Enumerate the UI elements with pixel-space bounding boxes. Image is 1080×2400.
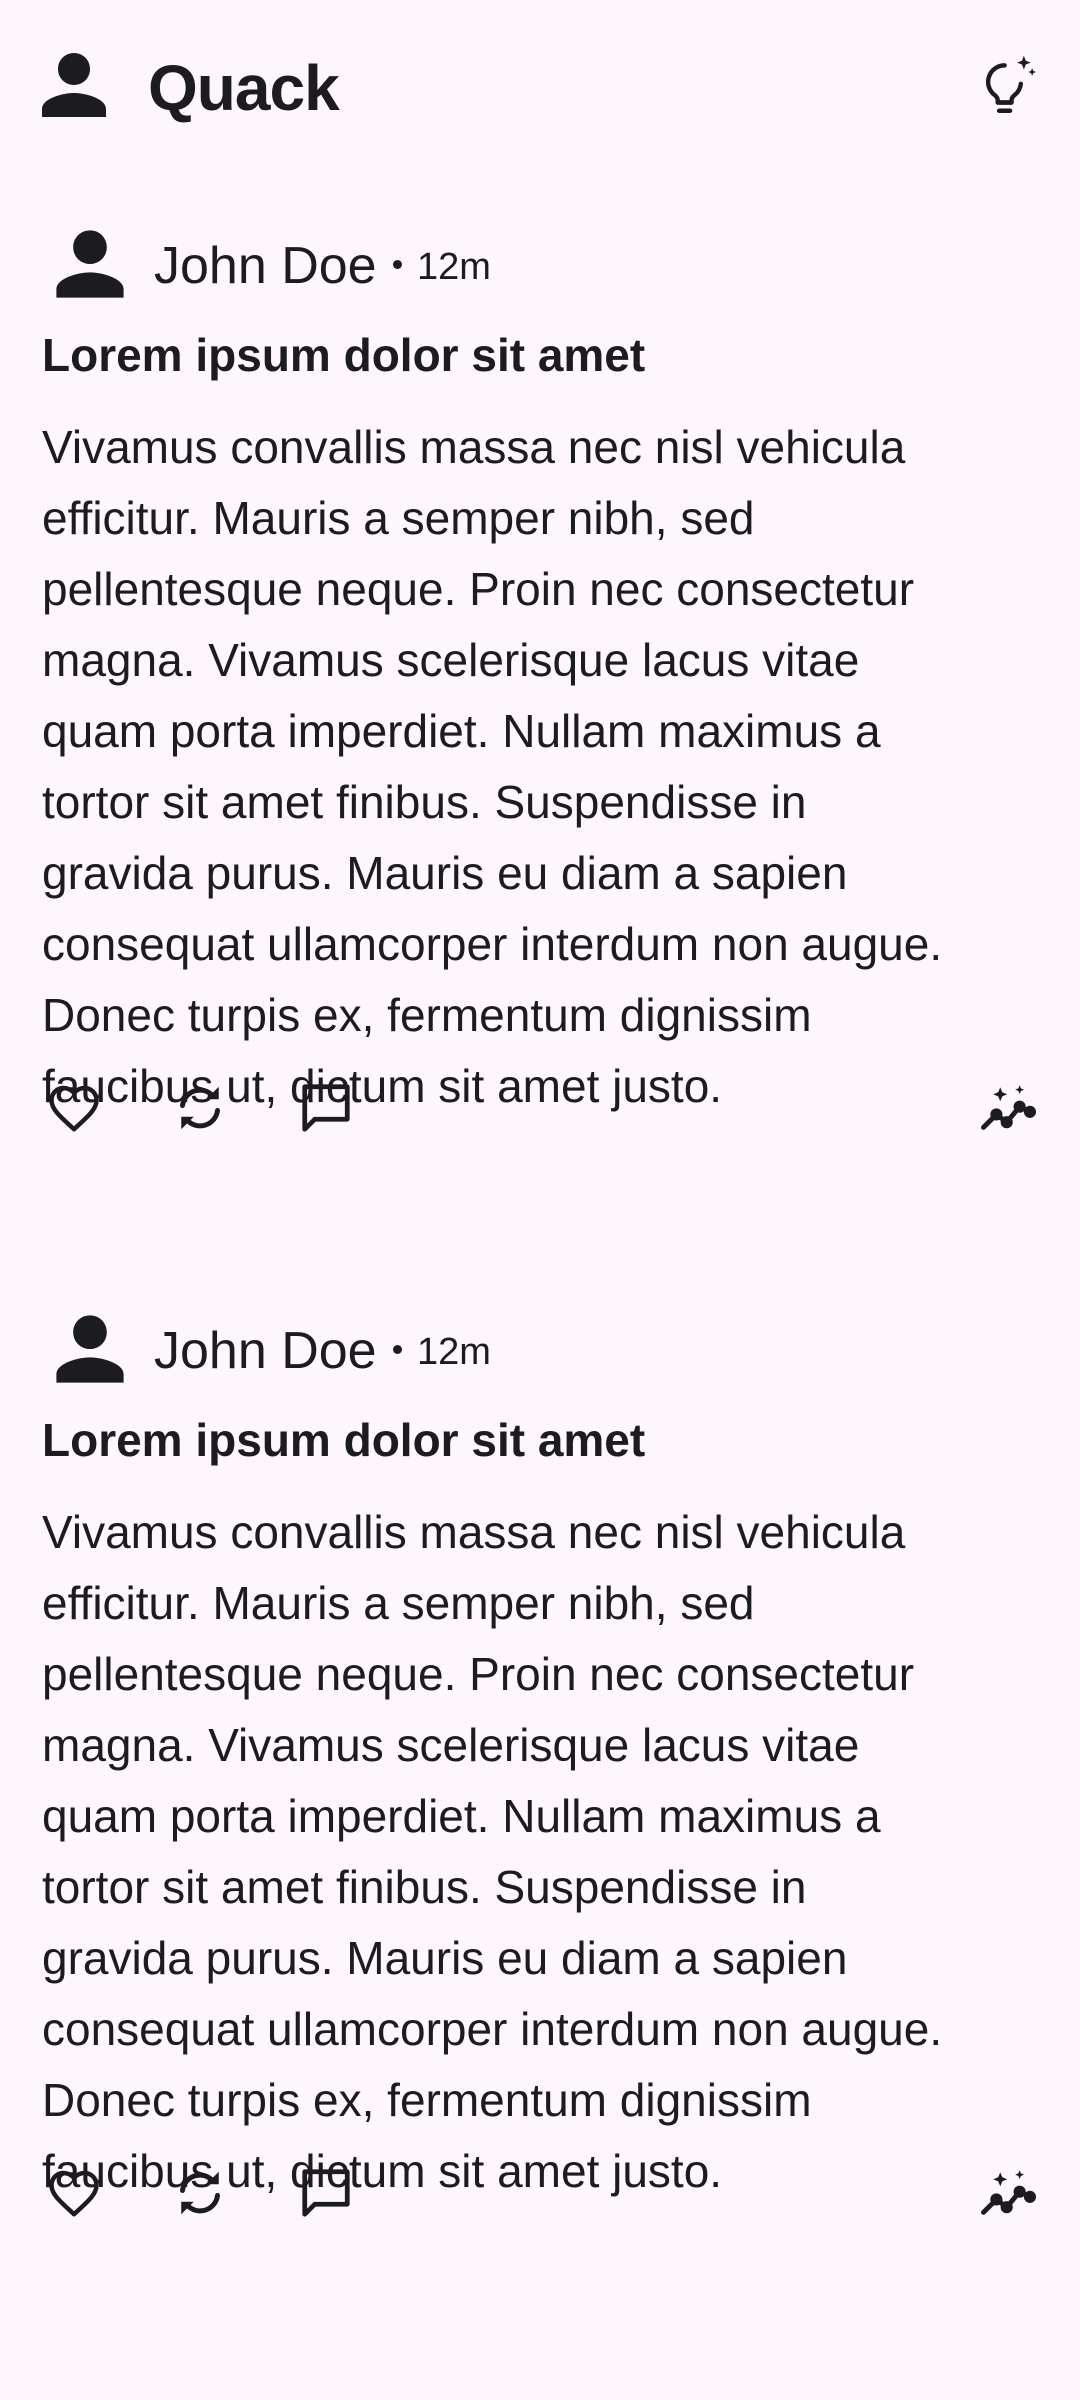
post-body-line: efficitur. Mauris a semper nibh, sed xyxy=(42,1577,755,1629)
post-title: Lorem ipsum dolor sit amet xyxy=(42,1414,646,1466)
author-avatar-icon[interactable] xyxy=(48,222,132,306)
app-title: Quack xyxy=(148,52,340,124)
repost-icon[interactable] xyxy=(164,1072,236,1144)
post-body-line: gravida purus. Mauris eu diam a sapien xyxy=(42,1932,848,1984)
comment-icon[interactable] xyxy=(290,1072,362,1144)
profile-avatar-icon[interactable] xyxy=(34,45,114,125)
heart-icon[interactable] xyxy=(38,2157,110,2229)
post-body-line: pellentesque neque. Proin nec consectetu… xyxy=(42,563,915,615)
post-body-line: Vivamus convallis massa nec nisl vehicul… xyxy=(42,421,906,473)
post-body-line: Donec turpis ex, fermentum dignissim xyxy=(42,2074,812,2126)
post-actions xyxy=(0,2157,1080,2237)
post-body-line: quam porta imperdiet. Nullam maximus a xyxy=(42,705,881,757)
post-body-line: magna. Vivamus scelerisque lacus vitae xyxy=(42,634,860,686)
author-avatar-icon[interactable] xyxy=(48,2392,132,2400)
post-body-line: tortor sit amet finibus. Suspendisse in xyxy=(42,776,807,828)
insights-icon[interactable] xyxy=(972,1072,1044,1144)
post-body-line: consequat ullamcorper interdum non augue… xyxy=(42,2003,943,2055)
lightbulb-sparkle-icon[interactable] xyxy=(970,50,1042,122)
post-author[interactable]: John Doe xyxy=(154,236,377,296)
post-body-line: consequat ullamcorper interdum non augue… xyxy=(42,918,943,970)
author-avatar-icon[interactable] xyxy=(48,1307,132,1391)
post-body-line: tortor sit amet finibus. Suspendisse in xyxy=(42,1861,807,1913)
comment-icon[interactable] xyxy=(290,2157,362,2229)
separator-dot xyxy=(393,260,402,269)
repost-icon[interactable] xyxy=(164,2157,236,2229)
post-actions xyxy=(0,1072,1080,1152)
post-body-line: pellentesque neque. Proin nec consectetu… xyxy=(42,1648,915,1700)
post-author[interactable]: John Doe xyxy=(154,1321,377,1381)
post-body: Vivamus convallis massa nec nisl vehicul… xyxy=(42,412,1052,1122)
heart-icon[interactable] xyxy=(38,1072,110,1144)
post-body-line: efficitur. Mauris a semper nibh, sed xyxy=(42,492,755,544)
insights-icon[interactable] xyxy=(972,2157,1044,2229)
post-body-line: Donec turpis ex, fermentum dignissim xyxy=(42,989,812,1041)
top-app-bar: Quack xyxy=(0,0,1080,170)
post-body-line: quam porta imperdiet. Nullam maximus a xyxy=(42,1790,881,1842)
post-body: Vivamus convallis massa nec nisl vehicul… xyxy=(42,1497,1052,2207)
separator-dot xyxy=(393,1345,402,1354)
post-body-line: Vivamus convallis massa nec nisl vehicul… xyxy=(42,1506,906,1558)
post-body-line: gravida purus. Mauris eu diam a sapien xyxy=(42,847,848,899)
post-body-line: magna. Vivamus scelerisque lacus vitae xyxy=(42,1719,860,1771)
post-time: 12m xyxy=(417,246,491,288)
post-title: Lorem ipsum dolor sit amet xyxy=(42,329,646,381)
post-time: 12m xyxy=(417,1331,491,1373)
